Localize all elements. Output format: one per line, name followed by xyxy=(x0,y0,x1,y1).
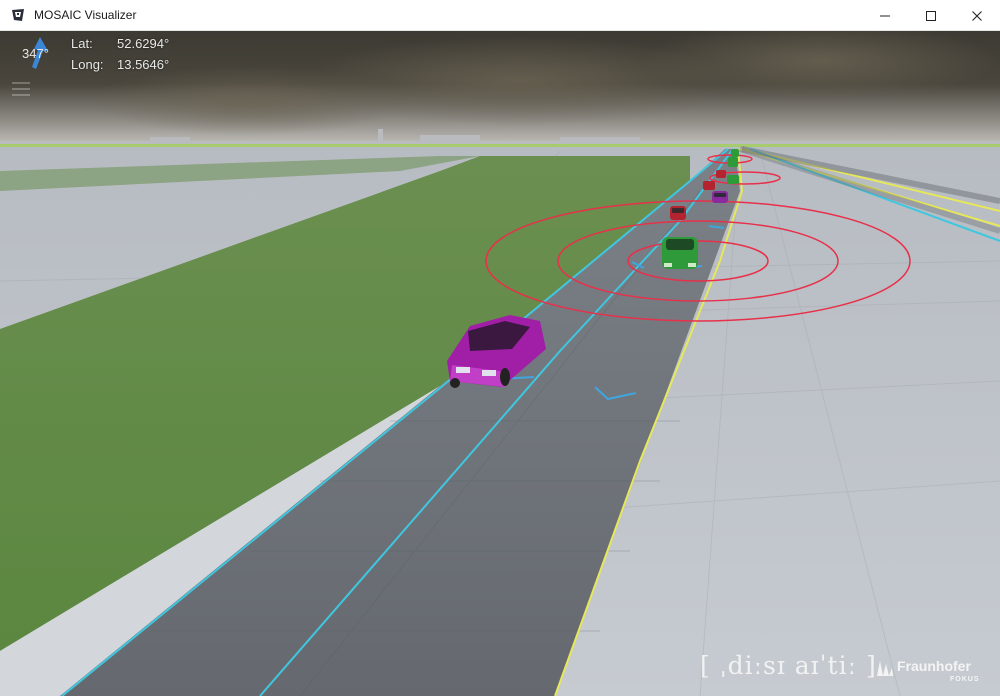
hamburger-menu-icon[interactable] xyxy=(12,82,30,96)
heading-value: 347° xyxy=(22,46,49,61)
dissert-logo: [ ˌdiːsɪ aɪˈtiː ] xyxy=(700,651,877,680)
minimize-button[interactable] xyxy=(862,0,908,31)
vehicle-green[interactable] xyxy=(662,237,698,269)
maximize-icon xyxy=(926,10,936,21)
long-label: Long: xyxy=(71,57,104,72)
vehicle-far-4[interactable] xyxy=(727,175,739,184)
fokus-text: FOKUS xyxy=(950,676,980,683)
window-title: MOSAIC Visualizer xyxy=(34,8,137,22)
title-bar[interactable]: MOSAIC Visualizer xyxy=(0,0,1000,31)
scene-render xyxy=(0,31,1000,696)
fraunhofer-logo: Fraunhofer FOKUS xyxy=(876,657,986,689)
lat-value: 52.6294° xyxy=(117,36,170,51)
maximize-button[interactable] xyxy=(908,0,954,31)
vehicle-far-3[interactable] xyxy=(703,181,715,190)
close-icon xyxy=(972,10,982,21)
minimize-icon xyxy=(880,15,890,16)
fraunhofer-text: Fraunhofer xyxy=(897,658,971,674)
close-button[interactable] xyxy=(954,0,1000,31)
lat-label: Lat: xyxy=(71,36,93,51)
mosaic-app-icon xyxy=(10,7,26,23)
vehicle-far-1[interactable] xyxy=(670,206,686,220)
fraunhofer-mark-icon xyxy=(877,661,893,676)
vehicle-far-5[interactable] xyxy=(716,170,726,178)
long-value: 13.5646° xyxy=(117,57,170,72)
3d-scene-viewport[interactable]: 347° Lat: 52.6294° Long: 13.5646° [ ˌdiː… xyxy=(0,31,1000,696)
vehicle-far-2[interactable] xyxy=(712,191,728,203)
app-window: MOSAIC Visualizer 347° Lat: 52.6294° Lon… xyxy=(0,0,1000,696)
